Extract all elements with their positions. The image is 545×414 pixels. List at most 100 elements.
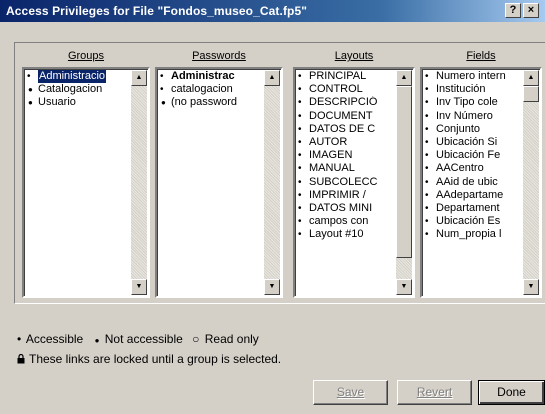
layouts-list-item[interactable]: • Layout #10 <box>298 228 393 241</box>
passwords-list-item[interactable]: ● (no password <box>160 96 261 109</box>
fields-item-label: Institución <box>436 83 486 96</box>
fields-list-item[interactable]: • Ubicación Fe <box>425 149 520 162</box>
accessible-bullet-icon: • <box>298 136 302 148</box>
fields-item-label: Conjunto <box>436 122 481 135</box>
accessible-bullet-icon: • <box>298 189 302 201</box>
groups-header: Groups <box>67 50 105 62</box>
done-button[interactable]: Done <box>478 380 545 405</box>
layouts-item-label: IMPRIMIR / <box>309 188 366 201</box>
groups-list[interactable]: • Administracio ● Catalogacion ● Usuario ▲ ▼ <box>22 67 150 298</box>
layouts-item-label: PRINCIPAL <box>309 70 367 82</box>
layouts-item-label: DESCRIPCIÓ <box>309 96 378 109</box>
layouts-list-item[interactable]: • PRINCIPAL <box>298 70 393 83</box>
passwords-list-item[interactable]: • Administrac <box>160 70 261 83</box>
window-title: Access Privileges for File "Fondos_museo… <box>6 4 308 18</box>
layouts-list-item[interactable]: • IMAGEN <box>298 149 393 162</box>
scroll-down-button[interactable]: ▼ <box>523 279 539 295</box>
layouts-item-label: DATOS DE C <box>309 122 376 135</box>
groups-list-item[interactable]: • Administracio <box>27 70 128 84</box>
fields-list-item[interactable]: • Institución <box>425 83 520 96</box>
layouts-list-item[interactable]: • CONTROL <box>298 83 393 96</box>
scroll-up-button[interactable]: ▲ <box>131 70 147 86</box>
accessible-bullet-icon: • <box>298 216 302 228</box>
layouts-list-item[interactable]: • DATOS DE C <box>298 123 393 136</box>
fields-list-item[interactable]: • Inv Número <box>425 110 520 123</box>
accessible-bullet-icon: • <box>298 84 302 96</box>
groups-list-item[interactable]: ● Usuario <box>27 96 128 109</box>
fields-item-label: AAid de ubic <box>436 175 498 188</box>
accessible-bullet-icon: • <box>425 123 429 135</box>
accessible-bullet-icon: • <box>425 176 429 188</box>
layouts-list-item[interactable]: • DOCUMENT <box>298 110 393 123</box>
fields-item-label: Num_propia l <box>436 228 502 241</box>
accessible-bullet-icon: • <box>425 202 429 214</box>
fields-header: Fields <box>466 50 496 62</box>
read-only-bullet-icon: ○ <box>192 332 200 346</box>
layouts-list-item[interactable]: • DATOS MINI <box>298 202 393 215</box>
layouts-item-label: SUBCOLECC <box>309 175 378 188</box>
layouts-scrollbar[interactable]: ▲ ▼ <box>396 70 412 295</box>
accessible-bullet-icon: • <box>298 176 302 188</box>
layouts-list-item[interactable]: • SUBCOLECC <box>298 176 393 189</box>
legend-accessible: Accessible <box>25 332 84 346</box>
accessible-bullet-icon: • <box>425 97 429 109</box>
fields-item-label: Departament <box>436 201 500 214</box>
groups-scrollbar[interactable]: ▲ ▼ <box>131 70 147 295</box>
accessible-bullet-icon: • <box>425 163 429 175</box>
accessible-bullet-icon: • <box>298 163 302 175</box>
layouts-list-item[interactable]: • DESCRIPCIÓ <box>298 96 393 109</box>
layouts-list-item[interactable]: • MANUAL <box>298 162 393 175</box>
scroll-up-button[interactable]: ▲ <box>523 70 539 86</box>
scroll-up-button[interactable]: ▲ <box>264 70 280 86</box>
fields-list-item[interactable]: • Conjunto <box>425 123 520 136</box>
passwords-list[interactable]: • Administrac • catalogacion ● (no password ▲… <box>155 67 283 298</box>
layouts-item-label: DOCUMENT <box>309 109 373 122</box>
save-button[interactable]: Save <box>313 380 388 405</box>
passwords-list-item[interactable]: • catalogacion <box>160 83 261 96</box>
fields-list-item[interactable]: • Ubicación Si <box>425 136 520 149</box>
passwords-scrollbar[interactable]: ▲ ▼ <box>264 70 280 295</box>
fields-item-label: Inv Tipo cole <box>436 96 498 109</box>
accessible-bullet-icon: • <box>160 71 164 82</box>
scroll-down-button[interactable]: ▼ <box>396 279 412 295</box>
scroll-thumb[interactable] <box>396 86 412 258</box>
layouts-list-item[interactable]: • AUTOR <box>298 136 393 149</box>
revert-button[interactable]: Revert <box>397 380 472 405</box>
fields-item-label: Ubicación Si <box>436 135 498 148</box>
fields-list-item[interactable]: • Inv Tipo cole <box>425 96 520 109</box>
layouts-item-label: DATOS MINI <box>309 201 373 214</box>
accessible-bullet-icon: • <box>425 150 429 162</box>
close-button[interactable]: × <box>523 3 539 18</box>
fields-scrollbar[interactable]: ▲ ▼ <box>523 70 539 295</box>
accessible-bullet-icon: • <box>298 229 302 241</box>
fields-list-item[interactable]: • Numero intern <box>425 70 520 83</box>
fields-list-item[interactable]: • Num_propia l <box>425 228 520 241</box>
accessible-bullet-icon: • <box>27 71 31 82</box>
scroll-up-button[interactable]: ▲ <box>396 70 412 86</box>
help-button[interactable]: ? <box>505 3 521 18</box>
accessible-bullet-icon: • <box>298 202 302 214</box>
passwords-header: Passwords <box>192 50 246 62</box>
not-accessible-bullet-icon: ● <box>94 336 100 345</box>
scroll-thumb[interactable] <box>523 86 539 102</box>
passwords-item-label: catalogacion <box>171 83 233 96</box>
fields-list-item[interactable]: • AACentro <box>425 162 520 175</box>
accessible-bullet-icon: • <box>425 84 429 96</box>
scroll-down-button[interactable]: ▼ <box>131 279 147 295</box>
accessible-bullet-icon: • <box>425 136 429 148</box>
passwords-item-label: Administrac <box>171 70 235 82</box>
title-bar[interactable]: Access Privileges for File "Fondos_museo… <box>0 0 545 22</box>
scroll-down-button[interactable]: ▼ <box>264 279 280 295</box>
fields-list-item[interactable]: • Ubicación Es <box>425 215 520 228</box>
layouts-list-item[interactable]: • IMPRIMIR / <box>298 189 393 202</box>
fields-list-item[interactable]: • Departament <box>425 202 520 215</box>
layouts-list[interactable]: • PRINCIPAL • CONTROL • DESCRIPCIÓ • DOCUMENT • D… <box>293 67 415 298</box>
groups-list-item[interactable]: ● Catalogacion <box>27 83 128 96</box>
accessible-bullet-icon: • <box>298 110 302 122</box>
fields-list-item[interactable]: • AAdepartame <box>425 189 520 202</box>
layouts-list-item[interactable]: • campos con <box>298 215 393 228</box>
not-accessible-bullet-icon: ● <box>28 98 33 108</box>
fields-list-item[interactable]: • AAid de ubic <box>425 176 520 189</box>
fields-list[interactable]: • Numero intern • Institución • Inv Tipo cole… <box>420 67 542 298</box>
accessible-bullet-icon: • <box>298 150 302 162</box>
